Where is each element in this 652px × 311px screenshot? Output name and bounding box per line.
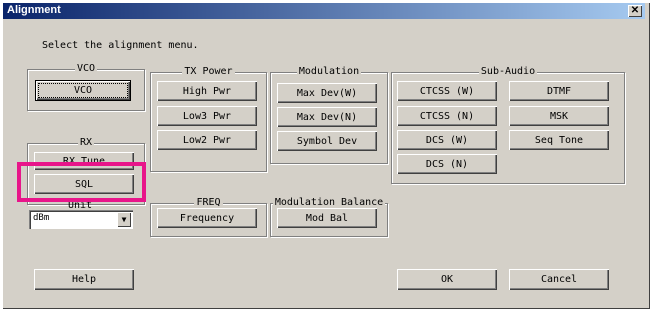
- max-dev-n-button[interactable]: Max Dev(N): [277, 107, 377, 127]
- chevron-down-icon[interactable]: ▼: [117, 212, 131, 227]
- ok-button[interactable]: OK: [397, 269, 497, 290]
- vco-button[interactable]: VCO: [35, 80, 131, 101]
- modulation-group-title: Modulation: [296, 66, 362, 77]
- ctcss-n-button[interactable]: CTCSS (N): [397, 106, 497, 126]
- close-icon[interactable]: ✕: [628, 5, 642, 17]
- freq-group-title: FREQ: [194, 197, 223, 208]
- dcs-n-button[interactable]: DCS (N): [397, 154, 497, 174]
- low3-pwr-button[interactable]: Low3 Pwr: [157, 106, 257, 126]
- vco-group-title: VCO: [74, 63, 98, 74]
- frequency-button[interactable]: Frequency: [157, 208, 257, 228]
- max-dev-w-button[interactable]: Max Dev(W): [277, 83, 377, 103]
- high-pwr-button[interactable]: High Pwr: [157, 81, 257, 101]
- help-button[interactable]: Help: [34, 269, 134, 290]
- symbol-dev-button[interactable]: Symbol Dev: [277, 131, 377, 151]
- instruction-text: Select the alignment menu.: [42, 40, 199, 51]
- sub-audio-group-title: Sub-Audio: [478, 66, 538, 77]
- unit-select[interactable]: dBm ▼: [29, 210, 133, 229]
- sql-highlight-box: [17, 162, 146, 202]
- ctcss-w-button[interactable]: CTCSS (W): [397, 81, 497, 101]
- dtmf-button[interactable]: DTMF: [509, 81, 609, 101]
- mod-bal-button[interactable]: Mod Bal: [277, 208, 377, 228]
- dcs-w-button[interactable]: DCS (W): [397, 130, 497, 150]
- title-bar[interactable]: Alignment ✕: [3, 3, 645, 19]
- window-title: Alignment: [7, 4, 61, 16]
- tx-power-group-title: TX Power: [182, 66, 235, 77]
- mod-balance-group-title: Modulation Balance: [272, 197, 386, 208]
- cancel-button[interactable]: Cancel: [509, 269, 609, 290]
- seq-tone-button[interactable]: Seq Tone: [509, 130, 609, 150]
- msk-button[interactable]: MSK: [509, 106, 609, 126]
- low2-pwr-button[interactable]: Low2 Pwr: [157, 130, 257, 150]
- unit-select-value: dBm: [33, 213, 50, 223]
- rx-group-title: RX: [77, 137, 95, 148]
